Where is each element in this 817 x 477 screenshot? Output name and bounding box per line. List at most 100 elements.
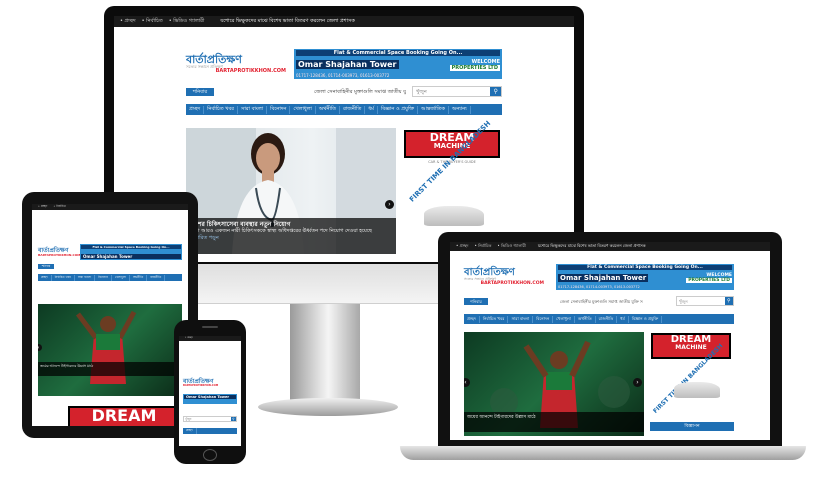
top-bar: • প্রচ্ছদ • নির্বাচিত • ভিডিও গ্যালারী য… [450,242,770,251]
topbar-link[interactable]: • প্রচ্ছদ [38,204,47,210]
responsive-devices-showcase: • প্রচ্ছদ • নির্বাচিত • ভিডিও গ্যালারী য… [0,0,817,477]
header-ad-banner[interactable]: Flat & Commercial Space Booking Going On… [294,49,502,79]
topbar-link[interactable]: • ভিডিও গ্যালারী [169,18,205,26]
logo-url: BARTAPROTIKKHON.COM [38,252,81,257]
nav-item[interactable]: প্রচ্ছদ [464,315,480,323]
nav-item[interactable]: বিনোদন [95,274,112,281]
nav-item[interactable]: খেলাধুলা [290,105,316,114]
nav-item[interactable]: নির্বাচিত খবর [204,105,239,114]
topbar-link[interactable]: • নির্বাচিত [475,243,492,250]
monitor-stand [290,300,360,405]
ad-line1: Flat & Commercial Space Booking Going On… [296,50,500,56]
top-bar: • প্রচ্ছদ • নির্বাচিত • ভিডিও গ্যালারী য… [114,16,574,27]
topbar-link[interactable]: • নির্বাচিত [142,18,163,26]
search-box: ⚲ [412,86,502,97]
topbar-link[interactable]: • নির্বাচিত [53,204,66,210]
featured-slide[interactable]: জয়ের আনন্দে টাইগারদের উল্লাস মাঠে ‹ [38,304,182,396]
slide-caption: দেশের চিকিৎসাসেবা ব্যবস্থার নতুন নিয়োগ … [186,218,396,254]
nav-item[interactable]: বিনোদন [267,105,291,114]
search-icon[interactable]: ⚲ [230,417,236,421]
slide-title[interactable]: জয়ের আনন্দে টাইগারদের উল্লাস মাঠে [40,364,180,370]
header-ad-banner[interactable]: Flat & Commercial Space Booking Going On… [80,244,182,260]
nav-item[interactable]: অর্থনীতি [316,105,341,114]
logo-url: BARTAPROTIKKHON.COM [480,280,544,286]
search-box: ⚲ [676,296,734,306]
dream-title2: MACHINE [433,142,471,150]
nav-item[interactable]: আন্তর্জাতিক [418,105,450,114]
site-logo[interactable]: বার্তাপ্রতিক্ষণ সত্যের সন্ধানে প্রতিক্ষণ… [186,50,286,78]
nav-item[interactable]: নির্বাচিত খবর [52,274,75,281]
nav-item[interactable]: বিজ্ঞান ও প্রযুক্তি [378,105,419,114]
nav-item[interactable]: বিনোদন [533,315,554,323]
nav-item[interactable]: খেলাধুলা [112,274,130,281]
top-bar: • প্রচ্ছদ [179,336,241,341]
nav-item[interactable]: খেলাধুলা [553,315,575,323]
slide-more-link[interactable]: বিস্তারিত পড়ুন [190,235,392,242]
topbar-link[interactable]: • ভিডিও গ্যালারী [497,243,526,250]
topbar-link[interactable]: • প্রচ্ছদ [120,18,136,26]
topbar-headline[interactable]: যশোরে ভিক্ষুকদের মাঝে বিশেষ ভাতা বিতরণ ক… [220,18,355,26]
nav-item[interactable]: অর্থনীতি [130,274,148,281]
nav-item[interactable]: সারা বাংলা [238,105,268,114]
nav-item[interactable]: নির্বাচিত খবর [480,315,509,323]
site-logo[interactable]: বার্তাপ্রতিক্ষণ BARTAPROTIKKHON.COM [38,244,81,260]
nav-item[interactable]: বিজ্ঞান ও প্রযুক্তি [629,315,663,323]
nav-item[interactable]: ধর্ম [617,315,629,323]
site-logo[interactable]: বার্তাপ্রতিক্ষণ সত্যের সন্ধানে প্রতিক্ষণ… [464,264,544,290]
ad-button[interactable]: বিজ্ঞাপন [650,422,734,431]
ad-line1: Flat & Commercial Space Booking Going On… [558,265,732,270]
topbar-link[interactable]: • প্রচ্ছদ [185,336,193,341]
news-ticker[interactable]: জেলা সেনাবাহিনীর মুক্তাগুলি সমাপ্ত জাতীয… [314,88,406,97]
search-input[interactable] [413,88,491,95]
ad-tower: Omar Shajahan Tower [184,395,236,399]
dream-logo[interactable]: DREAM [68,406,180,426]
main-nav: প্রচ্ছদ নির্বাচিত খবর সারা বাংলা বিনোদন … [186,104,502,115]
nav-item[interactable]: অর্থনীতি [575,315,596,323]
news-ticker[interactable]: জেলা সেনাবাহিনীর মুক্তাগুলি সমাপ্ত জাতীয… [560,298,670,306]
nav-item[interactable]: রাজনীতি [147,274,166,281]
header-ad-banner[interactable]: Flat & Commercial Space Booking Going On… [556,264,734,290]
slide-title[interactable]: জয়ের আনন্দে টাইগারদের উল্লাস মাঠে [467,414,641,421]
slide-caption: জয়ের আনন্দে টাইগারদের উল্লাস মাঠে [464,412,644,432]
date-label: শনিবার [186,88,214,96]
ad-tower: Omar Shajahan Tower [558,273,649,282]
ad-line1: Flat & Commercial Space Booking Going On… [81,245,181,249]
slide-title[interactable]: দেশের চিকিৎসাসেবা ব্যবস্থার নতুন নিয়োগ [190,221,392,228]
topbar-headline[interactable]: যশোরে ভিক্ষুকদের মাঝে বিশেষ ভাতা বিতরণ ক… [538,243,646,250]
slide-next-arrow[interactable]: › [385,200,394,209]
nav-item[interactable]: প্রচ্ছদ [38,274,52,281]
ad-tower: Omar Shajahan Tower [296,60,399,69]
featured-slide[interactable]: জয়ের আনন্দে টাইগারদের উল্লাস মাঠে ‹ › [464,332,644,436]
search-input[interactable] [677,298,725,304]
main-nav: প্রচ্ছদ [183,428,237,434]
slide-text: দেশে আরও একজন নারী চিকিৎসককে স্বাস্থ্য অ… [190,228,372,234]
featured-slide[interactable]: দেশের চিকিৎসাসেবা ব্যবস্থার নতুন নিয়োগ … [186,128,396,254]
site-logo[interactable]: বার্তাপ্রতিক্ষণ BARTAPROTIKKHON.COM [183,376,237,390]
phone-screen: • প্রচ্ছদ বার্তাপ্রতিক্ষণ BARTAPROTIKKHO… [179,336,241,446]
logo-url: BARTAPROTIKKHON.COM [215,68,286,74]
main-nav: প্রচ্ছদ নির্বাচিত খবর সারা বাংলা বিনোদন … [464,314,734,324]
date-label: শনিবার [38,264,54,269]
slide-next-arrow[interactable]: › [633,378,642,387]
ad-properties: PROPERTIES LTD [686,277,732,283]
nav-item[interactable]: রাজনীতি [596,315,618,323]
nav-item[interactable]: সারা বাংলা [75,274,96,281]
nav-item[interactable]: রাজনীতি [340,105,366,114]
main-nav: প্রচ্ছদ নির্বাচিত খবর সারা বাংলা বিনোদন … [38,274,182,281]
topbar-link[interactable]: • প্রচ্ছদ [456,243,469,250]
search-input[interactable] [184,417,231,421]
nav-item[interactable]: সারা বাংলা [508,315,534,323]
nav-item[interactable]: প্রচ্ছদ [186,105,205,114]
phone-home-button[interactable] [203,449,217,461]
ad-phone: 01717-128436, 01714-003973, 01613-003772 [296,73,390,78]
tablet-screen: • প্রচ্ছদ • নির্বাচিত বার্তাপ্রতিক্ষণ BA… [32,204,188,426]
ad-phone: 01717-128436, 01714-003973, 01613-003772 [558,285,640,289]
sidebar-ad[interactable]: DREAM MACHINE FIRST TIME IN BANGLADESH [650,332,734,416]
nav-item[interactable]: প্রচ্ছদ [183,428,197,434]
nav-item[interactable]: ধর্ম [365,105,378,114]
header-ad-banner[interactable]: Omar Shajahan Tower [183,394,237,404]
nav-item[interactable]: অন্যান্য [449,105,471,114]
search-icon[interactable]: ⚲ [724,297,733,305]
car-image [424,206,484,226]
search-icon[interactable]: ⚲ [490,87,501,96]
